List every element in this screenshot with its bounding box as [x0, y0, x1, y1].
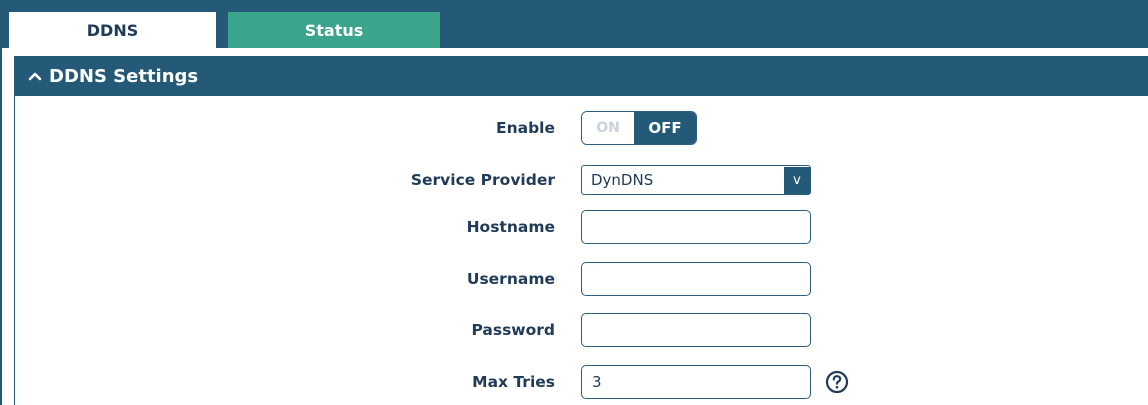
help-icon[interactable]: [825, 370, 849, 394]
hostname-label: Hostname: [466, 218, 555, 236]
hostname-row: Hostname: [15, 210, 1148, 244]
chevron-up-icon: [27, 68, 43, 84]
enable-label: Enable: [495, 119, 555, 137]
service-provider-row: Service Provider DynDNS v: [15, 163, 1148, 197]
username-row: Username: [15, 262, 1148, 296]
password-input[interactable]: [581, 313, 811, 347]
enable-row: Enable ON OFF: [15, 111, 1148, 145]
username-input[interactable]: [581, 262, 811, 296]
page-left-border: [0, 48, 2, 405]
tab-bar: DDNS Status: [0, 0, 1148, 48]
section-header[interactable]: DDNS Settings: [15, 56, 1148, 96]
enable-toggle[interactable]: ON OFF: [581, 111, 697, 145]
dropdown-arrow-icon[interactable]: v: [784, 166, 810, 194]
service-provider-label: Service Provider: [410, 171, 555, 189]
section-title: DDNS Settings: [49, 65, 199, 87]
toggle-off-option[interactable]: OFF: [634, 112, 696, 144]
ddns-settings-panel: DDNS Settings Enable ON OFF Service Prov…: [14, 56, 1148, 405]
service-provider-select[interactable]: DynDNS v: [581, 165, 811, 195]
password-row: Password: [15, 313, 1148, 347]
max-tries-label: Max Tries: [472, 373, 555, 391]
hostname-input[interactable]: [581, 210, 811, 244]
username-label: Username: [466, 270, 555, 288]
max-tries-row: Max Tries: [15, 365, 1148, 399]
password-label: Password: [471, 321, 555, 339]
service-provider-value: DynDNS: [591, 171, 654, 189]
tab-ddns[interactable]: DDNS: [9, 12, 216, 48]
toggle-on-option[interactable]: ON: [582, 112, 634, 144]
tab-status[interactable]: Status: [228, 12, 440, 48]
max-tries-input[interactable]: [581, 365, 811, 399]
